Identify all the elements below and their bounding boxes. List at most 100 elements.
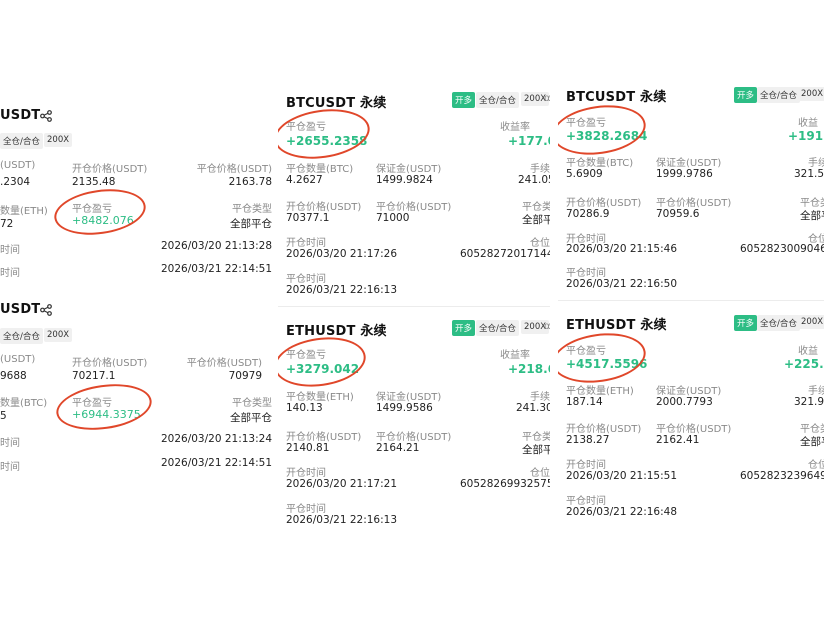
more-tag: α: [544, 93, 550, 104]
fee-label: 手续: [808, 158, 824, 169]
close-time-value: 2026/03/21 22:14:51: [160, 263, 272, 275]
card-title: USDT: [0, 302, 41, 317]
margin-value: 2000.7793: [656, 396, 713, 408]
card-title: ETHUSDT 永续: [566, 318, 667, 333]
share-icon[interactable]: [40, 110, 52, 122]
earnings-value: +177.01: [508, 134, 550, 148]
close-type-value: 全部平: [800, 436, 824, 448]
margin-label: 保证金(USDT): [656, 158, 722, 169]
fee-value: 241.059: [518, 174, 550, 186]
close-price-label: 平仓价格(USDT): [196, 164, 272, 175]
earnings-label: 收益: [798, 118, 818, 129]
close-qty-value: 4.2627: [286, 174, 323, 186]
close-type-label: 平仓类: [800, 198, 824, 209]
close-type-label: 平仓类型: [232, 398, 272, 409]
open-price-value: 2140.81: [286, 442, 330, 454]
highlight-circle: [278, 103, 373, 165]
margin-mode-tag: 全仓/合仓: [476, 320, 519, 336]
direction-tag: 开多: [452, 320, 476, 336]
fee-value: 321.93: [794, 396, 824, 408]
close-type-value: 全部平: [800, 210, 824, 222]
close-type-label: 平仓类型: [522, 432, 550, 443]
margin-label: 保证金(USDT): [376, 164, 442, 175]
margin-mode-tag: 全仓/合仓: [0, 133, 43, 149]
close-price-value: 2162.41: [656, 434, 700, 446]
position-label: 仓位: [530, 468, 550, 479]
open-time-value: 2026/03/20 21:15:46: [566, 243, 678, 255]
earnings-label: 收益: [798, 346, 818, 357]
close-price-label: 平仓价格(USDT): [656, 198, 732, 209]
highlight-circle: [558, 99, 649, 161]
open-time-label: 开仓时间: [286, 468, 326, 479]
more-tag: α: [544, 321, 550, 332]
close-price-value: 2164.21: [376, 442, 420, 454]
open-price-value: 2138.27: [566, 434, 610, 446]
margin-mode-tag: 全仓/合仓: [476, 92, 519, 108]
close-price-label: 平仓价格(USDT): [656, 424, 732, 435]
position-value: 6052823239649036: [740, 470, 824, 482]
open-price-value: 70217.1: [72, 370, 116, 382]
qty-label: (USDT): [0, 160, 36, 171]
open-price-value: 70377.1: [286, 212, 330, 224]
close-type-label: 平仓类型: [522, 202, 550, 213]
open-price-value: 70286.9: [566, 208, 610, 220]
earnings-label: 收益率: [500, 122, 530, 133]
close-time-value: 2026/03/21 22:16:13: [286, 284, 398, 296]
open-time-value: 2026/03/20 21:13:28: [160, 240, 272, 252]
leverage-tag: 200X: [798, 87, 824, 101]
open-time-value: 2026/03/20 21:15:51: [566, 470, 678, 482]
fee-label: 手续: [530, 392, 550, 403]
close-qty-value: 140.13: [286, 402, 323, 414]
share-icon[interactable]: [40, 304, 52, 316]
close-price-label: 平仓价格(USDT): [186, 358, 262, 369]
close-price-label: 平仓价格(USDT): [376, 202, 452, 213]
close-qty-label: 平仓数量(BTC): [286, 164, 354, 175]
margin-label: 保证金(USDT): [376, 392, 442, 403]
close-qty-label: 平仓数量(ETH): [286, 392, 354, 403]
qty-label: (USDT): [0, 354, 36, 365]
position-value: 605282720171442432: [460, 248, 550, 260]
close-time-value: 2026/03/21 22:16:50: [566, 278, 678, 290]
open-time-label: 时间: [0, 245, 20, 256]
close-time-label: 平仓时间: [566, 496, 606, 507]
fee-label: 手续: [808, 386, 824, 397]
card-title: BTCUSDT 永续: [286, 96, 387, 111]
card-title: BTCUSDT 永续: [566, 90, 667, 105]
close-price-value: 2163.78: [228, 176, 272, 188]
highlight-circle: [51, 183, 149, 241]
card-title: USDT: [0, 108, 41, 123]
direction-tag: 开多: [452, 92, 476, 108]
close-qty-value: 5.6909: [566, 168, 603, 180]
divider: [558, 300, 824, 301]
close-time-label: 平仓时间: [566, 268, 606, 279]
position-value: 605282699325751552: [460, 478, 550, 490]
open-time-label: 开仓时间: [566, 460, 606, 471]
fee-value: 241.304: [516, 402, 550, 414]
position-value: 6052823009046202: [740, 243, 824, 255]
highlight-circle: [278, 331, 369, 393]
close-price-value: 70979: [228, 370, 262, 382]
open-time-value: 2026/03/20 21:17:26: [286, 248, 398, 260]
open-price-label: 开仓价格(USDT): [286, 202, 362, 213]
middle-column: BTCUSDT 永续 开多 全仓/合仓 200X α 平仓盈亏 +2655.23…: [278, 84, 550, 534]
close-time-label: 时间: [0, 462, 20, 473]
open-price-label: 开仓价格(USDT): [72, 358, 148, 369]
open-time-label: 开仓时间: [286, 238, 326, 249]
fee-value: 321.52: [794, 168, 824, 180]
highlight-circle: [558, 327, 649, 389]
qty-value: 9688: [0, 370, 27, 382]
close-type-value: 全部平: [522, 444, 550, 456]
leverage-tag: 200X: [798, 315, 824, 329]
direction-tag: 开多: [734, 315, 758, 331]
close-type-value: 全部平仓: [230, 218, 272, 230]
open-time-value: 2026/03/20 21:13:24: [160, 433, 272, 445]
close-time-label: 平仓时间: [286, 274, 326, 285]
open-price-value: 2135.48: [72, 176, 116, 188]
close-time-value: 2026/03/21 22:16:13: [286, 514, 398, 526]
close-qty-value: 5: [0, 410, 7, 422]
close-qty-label: 平仓数量(BTC): [566, 158, 634, 169]
left-column: USDT 全仓/合仓 200X (USDT) .2304 开仓价格(USDT) …: [0, 96, 276, 486]
margin-value: 1999.9786: [656, 168, 713, 180]
position-label: 仓位: [808, 460, 824, 471]
fee-label: 手续: [530, 164, 550, 175]
